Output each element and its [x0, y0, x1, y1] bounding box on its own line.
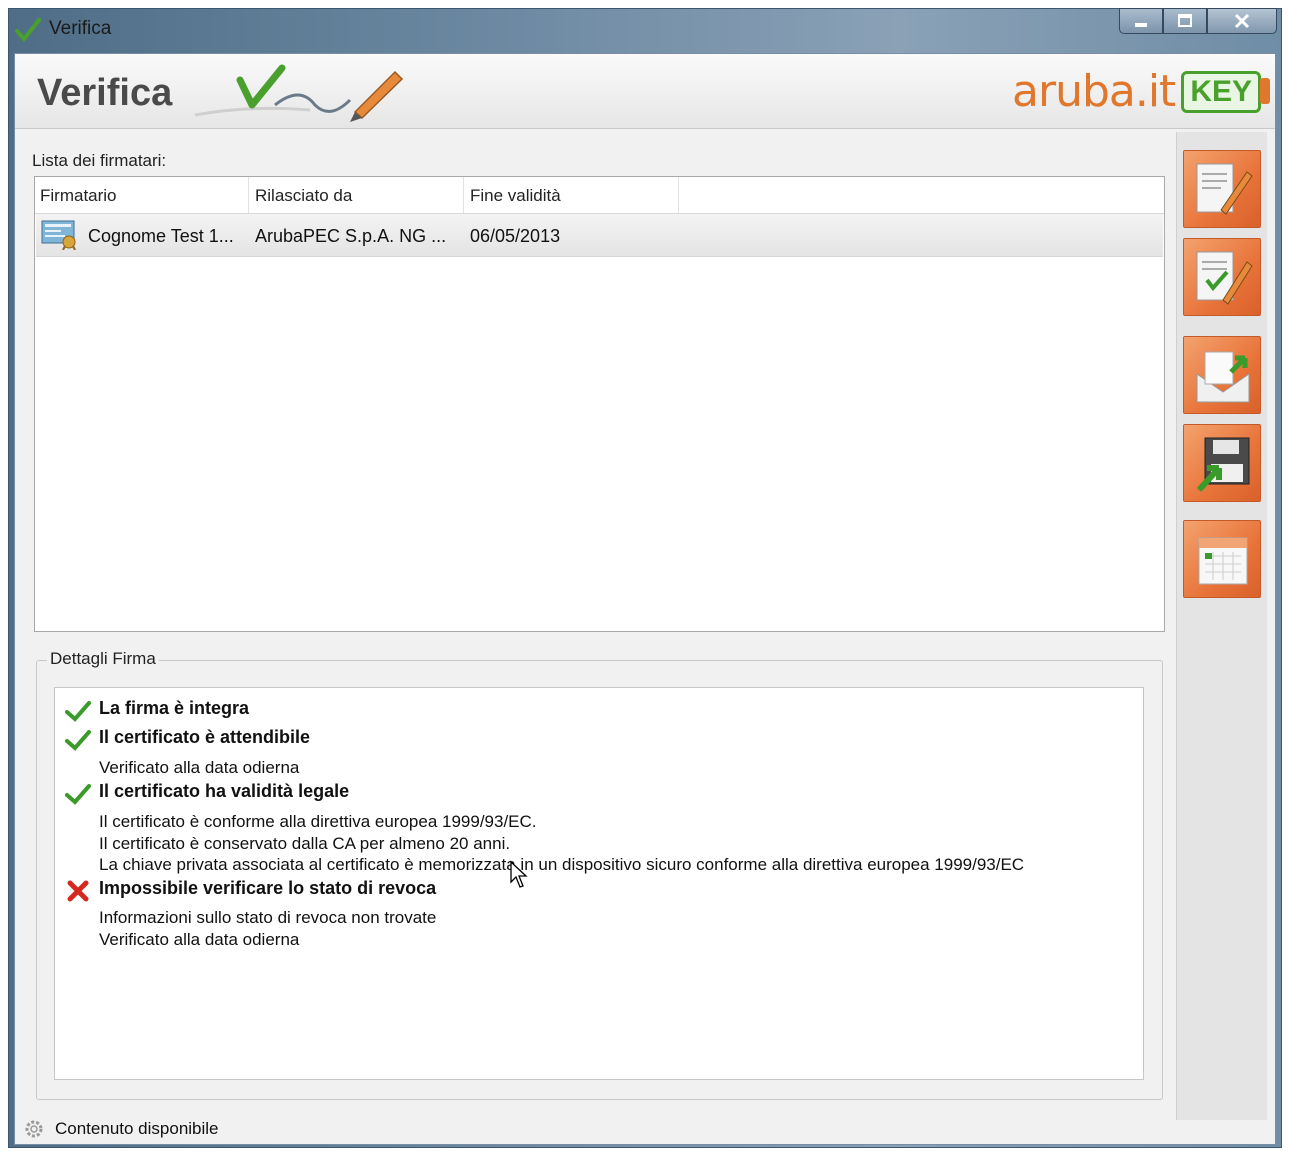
save-export-icon: [1196, 437, 1250, 493]
calendar-timestamp-button[interactable]: [1183, 520, 1261, 598]
details-legend: Dettagli Firma: [47, 649, 159, 669]
detail-line: Verificato alla data odierna: [99, 930, 300, 949]
details-group: Dettagli Firma La firma è integra Il cer…: [36, 649, 1163, 1100]
signers-list[interactable]: Firmatario Rilasciato da Fine validità C…: [34, 176, 1165, 632]
detail-title-integrity: La firma è integra: [99, 698, 250, 718]
column-header-fine-validita[interactable]: Fine validità: [470, 186, 561, 206]
detail-line: La chiave privata associata al certifica…: [99, 855, 1025, 874]
title-bar[interactable]: Verifica: [9, 8, 1281, 51]
check-icon: [65, 730, 91, 751]
verify-signature-icon: [1196, 251, 1253, 305]
sign-document-button[interactable]: [1183, 150, 1261, 228]
save-export-button[interactable]: [1183, 424, 1261, 502]
minimize-icon: [1135, 23, 1147, 27]
list-header: Firmatario Rilasciato da Fine validità: [35, 177, 1164, 214]
details-content[interactable]: La firma è integra Il certificato è atte…: [54, 687, 1144, 1080]
sign-check-logo-icon: [194, 64, 404, 122]
email-send-icon: [1196, 351, 1250, 403]
column-divider[interactable]: [248, 177, 249, 213]
detail-line: Informazioni sullo stato di revoca non t…: [99, 908, 437, 927]
error-x-icon: [67, 880, 89, 902]
header: Verifica aruba.it KEY: [15, 54, 1275, 129]
calendar-timestamp-icon: [1198, 537, 1248, 585]
cell-rilasciato-da: ArubaPEC S.p.A. NG ...: [255, 226, 447, 246]
cell-firmatario: Cognome Test 1...: [88, 226, 234, 246]
detail-line: Il certificato è conforme alla direttiva…: [99, 812, 537, 831]
email-send-button[interactable]: [1183, 336, 1261, 414]
action-sidebar: [1176, 132, 1267, 1120]
minimize-button[interactable]: [1119, 8, 1163, 34]
close-icon: [1234, 13, 1250, 29]
column-divider[interactable]: [463, 177, 464, 213]
column-header-rilasciato-da[interactable]: Rilasciato da: [255, 186, 352, 206]
certificate-icon: [41, 220, 76, 250]
detail-title-legal-validity: Il certificato ha validità legale: [99, 781, 350, 801]
verifica-window: Verifica Verifica aruba.it KEY Lista dei…: [8, 8, 1282, 1148]
sign-document-icon: [1196, 163, 1253, 215]
checkmark-app-icon: [15, 18, 41, 43]
column-divider[interactable]: [678, 177, 679, 213]
brand-key: KEY: [1181, 70, 1270, 113]
mouse-cursor-icon: [510, 860, 528, 888]
brand-name: aruba.it: [1012, 66, 1176, 117]
check-icon: [65, 701, 91, 722]
status-text: Contenuto disponibile: [55, 1119, 219, 1138]
column-header-firmatario[interactable]: Firmatario: [40, 186, 117, 206]
detail-title-revocation: Impossibile verificare lo stato di revoc…: [99, 878, 437, 898]
maximize-button[interactable]: [1163, 8, 1207, 34]
main-panel: Verifica aruba.it KEY Lista dei firmatar…: [14, 53, 1276, 1145]
gear-icon: [25, 1120, 43, 1138]
signers-list-label: Lista dei firmatari:: [32, 151, 167, 170]
detail-line: Il certificato è conservato dalla CA per…: [99, 834, 511, 853]
window-controls: [1119, 8, 1277, 34]
aruba-key-logo: aruba.it KEY: [1012, 66, 1270, 117]
detail-line: Verificato alla data odierna: [99, 758, 300, 777]
status-bar: Contenuto disponibile: [15, 1114, 1275, 1144]
table-row[interactable]: Cognome Test 1... ArubaPEC S.p.A. NG ...…: [36, 214, 1163, 257]
close-button[interactable]: [1207, 8, 1277, 34]
maximize-icon: [1178, 14, 1192, 27]
window-title: Verifica: [49, 18, 112, 39]
verify-signature-button[interactable]: [1183, 238, 1261, 316]
check-icon: [65, 784, 91, 805]
cell-fine-validita: 06/05/2013: [470, 226, 561, 246]
page-title: Verifica: [37, 72, 173, 114]
detail-title-reliable: Il certificato è attendibile: [99, 727, 311, 747]
